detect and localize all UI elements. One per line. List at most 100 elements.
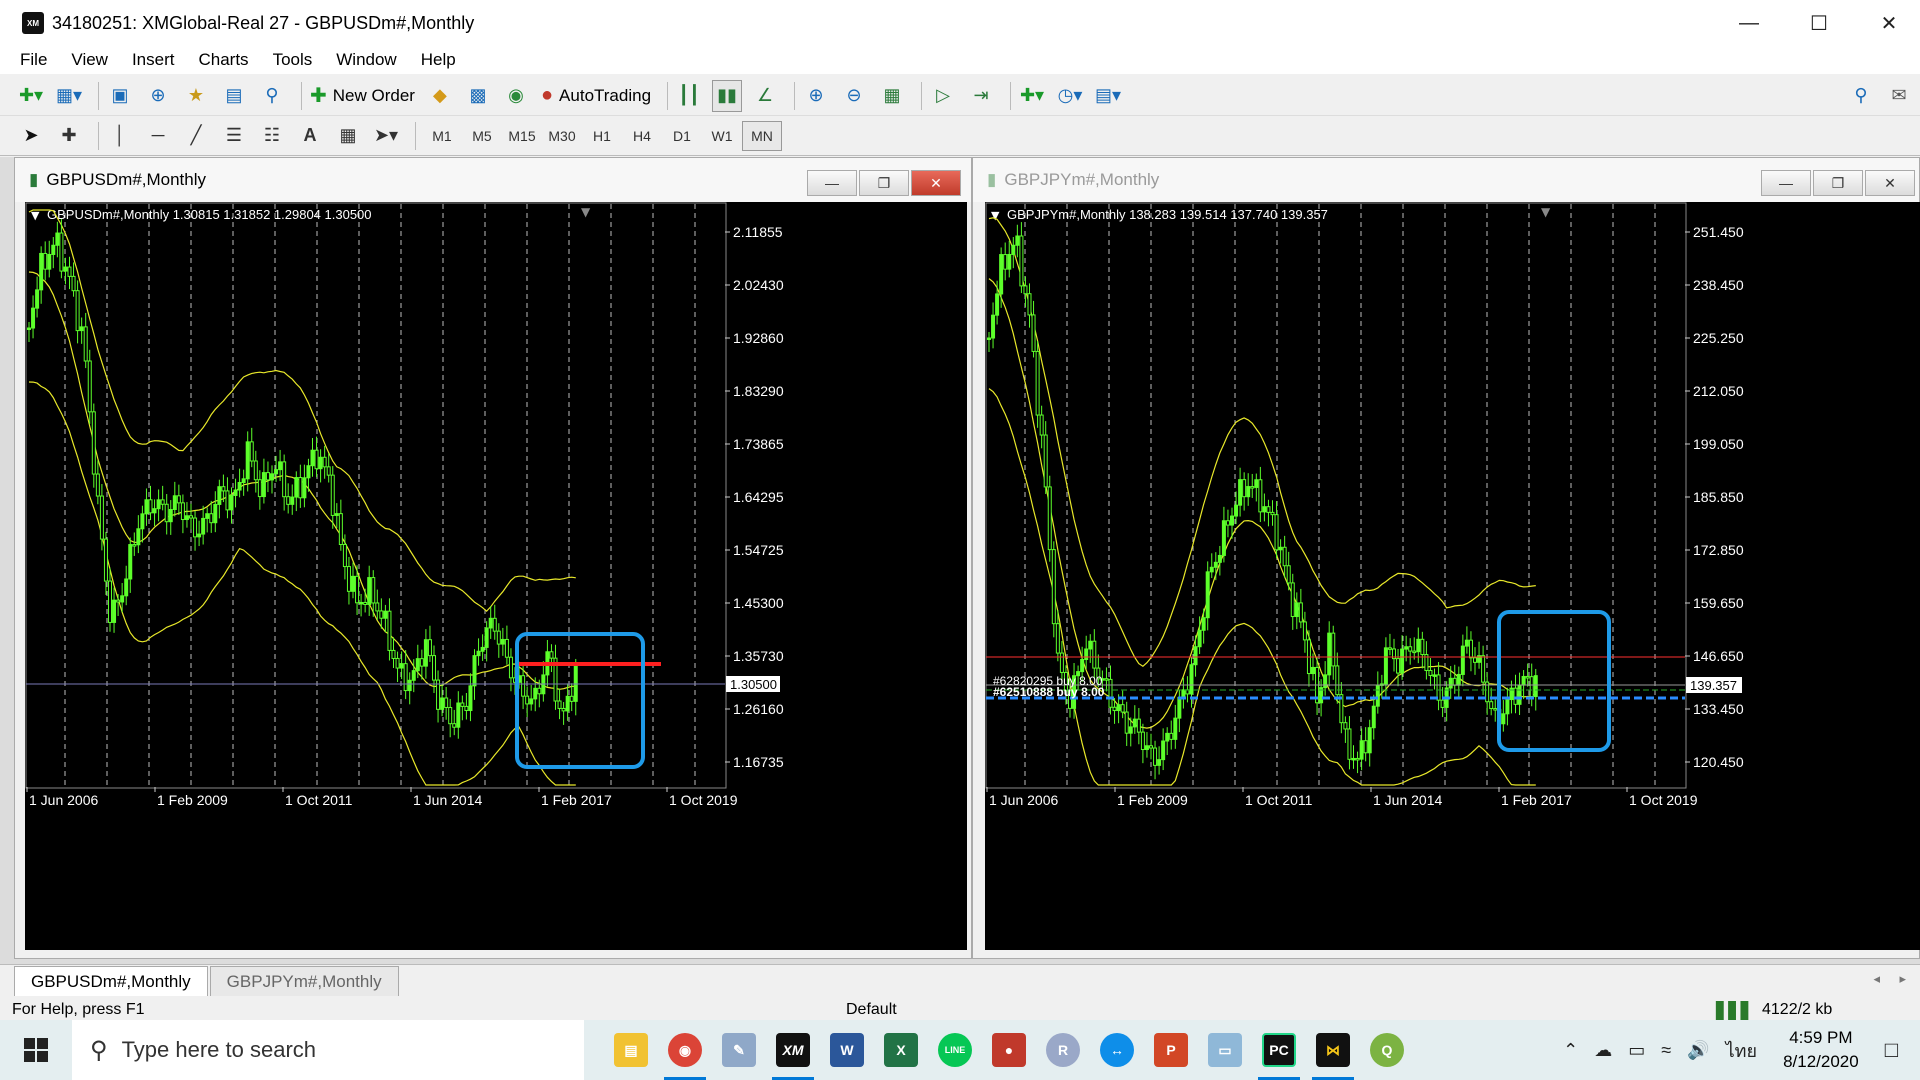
chart-minimize-button[interactable]: — <box>1761 170 1811 196</box>
timeframe-d1[interactable]: D1 <box>662 121 702 151</box>
timeframe-h1[interactable]: H1 <box>582 121 622 151</box>
bar-chart-icon[interactable]: ┃┃ <box>674 80 704 112</box>
tile-windows-icon[interactable]: ▦ <box>877 80 907 112</box>
taskbar-search[interactable]: ⚲ Type here to search <box>72 1020 584 1080</box>
periods-icon[interactable]: ◷▾ <box>1055 80 1085 112</box>
excel-button[interactable]: X <box>874 1020 928 1080</box>
chart-window-gbpjpy[interactable]: ▮ GBPJPYm#,Monthly — ❐ ✕ GBPJPYm#,Monthl… <box>972 157 1920 959</box>
line-chart-icon[interactable]: ∠ <box>750 80 780 112</box>
status-help-text: For Help, press F1 <box>12 1001 145 1018</box>
chart-canvas-gbpusd[interactable]: GBPUSDm#,Monthly 1.30815 1.31852 1.29804… <box>25 202 967 950</box>
paint-button[interactable]: ✎ <box>712 1020 766 1080</box>
menu-file[interactable]: File <box>20 50 47 70</box>
language-indicator[interactable]: ไทย <box>1726 1036 1757 1065</box>
chart-close-button[interactable]: ✕ <box>911 170 961 196</box>
timeframe-m15[interactable]: M15 <box>502 121 542 151</box>
chart-window-gbpusd[interactable]: ▮ GBPUSDm#,Monthly — ❐ ✕ GBPUSDm#,Monthl… <box>14 157 972 959</box>
vertical-line-icon[interactable]: │ <box>105 120 135 152</box>
signals-icon[interactable]: ◉ <box>501 80 531 112</box>
metaeditor-icon[interactable]: ◆ <box>425 80 455 112</box>
notifications-icon[interactable]: □ <box>1885 1037 1898 1063</box>
menu-charts[interactable]: Charts <box>198 50 248 70</box>
chart-shift-icon[interactable]: ⇥ <box>966 80 996 112</box>
chart-restore-button[interactable]: ❐ <box>859 170 909 196</box>
wifi-icon[interactable]: ≈ <box>1661 1040 1671 1061</box>
search-icon[interactable]: ⚲ <box>1846 80 1876 112</box>
candle-body <box>359 601 364 605</box>
candlestick-icon[interactable]: ▮▮ <box>712 79 743 112</box>
r-button[interactable]: R <box>1036 1020 1090 1080</box>
cursor-icon[interactable]: ➤ <box>16 120 46 152</box>
zoom-in-icon[interactable]: ⊕ <box>801 80 831 112</box>
navigator-icon[interactable]: ★ <box>181 80 211 112</box>
minimize-button[interactable]: — <box>1720 0 1778 46</box>
onedrive-icon[interactable]: ☁ <box>1594 1040 1612 1061</box>
start-button[interactable] <box>0 1020 72 1080</box>
timeframe-h4[interactable]: H4 <box>622 121 662 151</box>
timeframe-mn[interactable]: MN <box>742 120 782 151</box>
menu-help[interactable]: Help <box>421 50 456 70</box>
timeframe-m5[interactable]: M5 <box>462 121 502 151</box>
new-order-button[interactable]: ✚ New Order <box>308 80 417 112</box>
market-watch-icon[interactable]: ▣ <box>105 80 135 112</box>
file-explorer-button[interactable]: ▤ <box>604 1020 658 1080</box>
word-button[interactable]: W <box>820 1020 874 1080</box>
text-label-icon[interactable]: ▦ <box>333 120 363 152</box>
candle-body <box>63 266 68 272</box>
profiles-icon[interactable]: ▦▾ <box>54 80 84 112</box>
new-chart-icon[interactable]: ✚▾ <box>16 80 46 112</box>
notes-button[interactable]: ▭ <box>1198 1020 1252 1080</box>
menu-tools[interactable]: Tools <box>273 50 313 70</box>
trendline-icon[interactable]: ╱ <box>181 120 211 152</box>
equidistant-channel-icon[interactable]: ☰ <box>219 120 249 152</box>
line-button[interactable]: LINE <box>928 1020 982 1080</box>
autotrading-button[interactable]: ● AutoTrading <box>539 80 653 112</box>
menu-window[interactable]: Window <box>336 50 396 70</box>
exness-button[interactable]: ⋈ <box>1306 1020 1360 1080</box>
qgis-button[interactable]: Q <box>1360 1020 1414 1080</box>
tray-expand-icon[interactable]: ⌃ <box>1563 1040 1578 1061</box>
arrows-icon[interactable]: ➤▾ <box>371 120 401 152</box>
chart-close-button[interactable]: ✕ <box>1865 170 1915 196</box>
menu-insert[interactable]: Insert <box>132 50 175 70</box>
price-label: 2.02430 <box>733 277 784 293</box>
candle-body <box>1035 350 1040 416</box>
terminal-icon[interactable]: ▤ <box>219 80 249 112</box>
text-icon[interactable]: A <box>295 120 325 152</box>
tab-gbpusd[interactable]: GBPUSDm#,Monthly <box>14 966 208 996</box>
xm-terminal-button[interactable]: XM <box>766 1020 820 1080</box>
strategy-tester-icon[interactable]: ⚲ <box>257 80 287 112</box>
crosshair-icon[interactable]: ✚ <box>54 120 84 152</box>
chrome-button[interactable]: ◉ <box>658 1020 712 1080</box>
timeframe-m1[interactable]: M1 <box>422 121 462 151</box>
tab-scroll-left-icon[interactable]: ◂ <box>1873 971 1880 987</box>
zoom-out-icon[interactable]: ⊖ <box>839 80 869 112</box>
candle-body <box>440 697 445 710</box>
auto-scroll-icon[interactable]: ▷ <box>928 80 958 112</box>
teamviewer-button[interactable]: ↔ <box>1090 1020 1144 1080</box>
data-window-icon[interactable]: ⊕ <box>143 80 173 112</box>
horizontal-line-icon[interactable]: ─ <box>143 120 173 152</box>
chart-restore-button[interactable]: ❐ <box>1813 170 1863 196</box>
candle-body <box>1059 652 1064 673</box>
powerpoint-button[interactable]: P <box>1144 1020 1198 1080</box>
clock[interactable]: 4:59 PM 8/12/2020 <box>1783 1026 1859 1074</box>
app-red-button[interactable]: ● <box>982 1020 1036 1080</box>
battery-icon[interactable]: ▭ <box>1628 1040 1645 1061</box>
chart-minimize-button[interactable]: — <box>807 170 857 196</box>
maximize-button[interactable]: ☐ <box>1790 0 1848 46</box>
volume-icon[interactable]: 🔊 <box>1687 1040 1709 1061</box>
chat-icon[interactable]: ✉ <box>1884 80 1914 112</box>
pycharm-button[interactable]: PC <box>1252 1020 1306 1080</box>
timeframe-w1[interactable]: W1 <box>702 121 742 151</box>
menu-view[interactable]: View <box>71 50 108 70</box>
tab-scroll-right-icon[interactable]: ▸ <box>1899 971 1906 987</box>
tab-gbpjpy[interactable]: GBPJPYm#,Monthly <box>209 966 399 996</box>
chart-canvas-gbpjpy[interactable]: GBPJPYm#,Monthly 138.283 139.514 137.740… <box>985 202 1920 950</box>
market-icon[interactable]: ▩ <box>463 80 493 112</box>
templates-icon[interactable]: ▤▾ <box>1093 80 1123 112</box>
timeframe-m30[interactable]: M30 <box>542 121 582 151</box>
fibonacci-icon[interactable]: ☷ <box>257 120 287 152</box>
close-button[interactable]: ✕ <box>1860 0 1918 46</box>
indicators-icon[interactable]: ✚▾ <box>1017 80 1047 112</box>
